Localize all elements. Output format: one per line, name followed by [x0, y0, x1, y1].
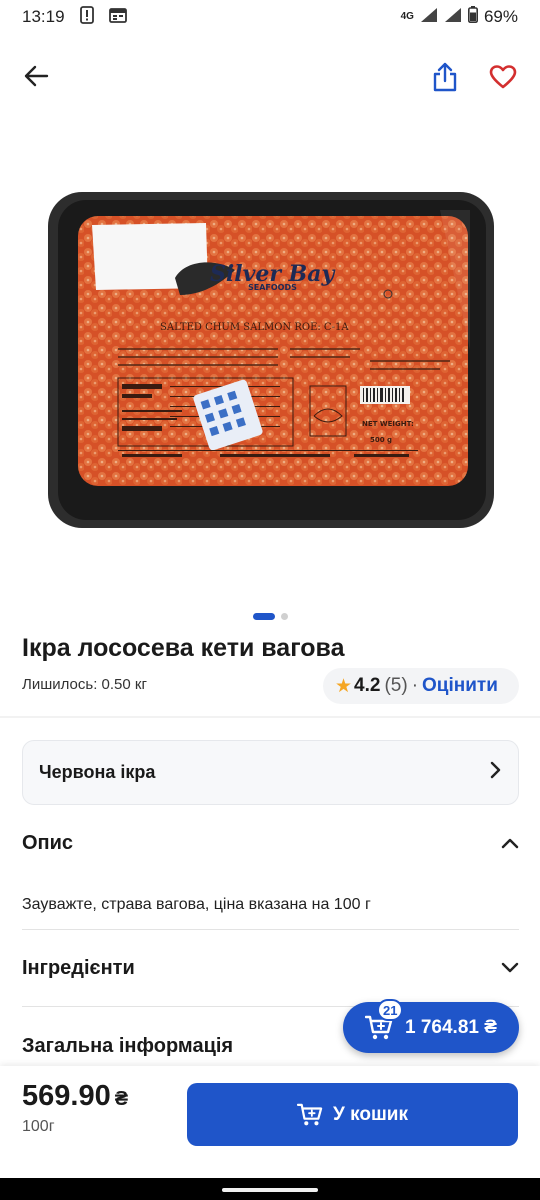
description-title: Опис — [22, 832, 74, 854]
share-button[interactable] — [426, 58, 464, 96]
chevron-down-icon — [501, 957, 519, 980]
heart-icon — [489, 65, 517, 89]
signal-icon — [420, 7, 438, 28]
cart-button[interactable]: 21 1 764.81 ₴ — [343, 999, 519, 1053]
category-label: Червона ікра — [39, 762, 156, 782]
add-to-cart-button[interactable]: У кошик — [187, 1083, 518, 1146]
product-title: Ікра лососева кети вагова — [22, 634, 345, 662]
rate-button[interactable]: Оцінити — [422, 675, 498, 697]
pager-dot[interactable] — [280, 613, 288, 620]
signal-2-icon — [444, 7, 462, 28]
status-time: 13:19 — [22, 7, 65, 26]
caviar-tray-image: Silver Bay SEAFOODS SALTED CHUM SALMON R… — [48, 192, 494, 528]
image-pager-dots — [0, 613, 540, 620]
price: 569.90 ₴ — [22, 1080, 128, 1113]
rating-separator: · — [411, 675, 419, 696]
star-icon: ★ — [335, 675, 353, 697]
back-arrow-icon — [24, 65, 49, 87]
purchase-bar: 569.90 ₴ 100г У кошик — [0, 1066, 540, 1178]
general-info-title: Загальна інформація — [22, 1035, 234, 1057]
chevron-up-icon — [501, 832, 519, 855]
calendar-notification-icon — [108, 7, 127, 28]
ingredients-title: Інгредієнти — [22, 957, 135, 979]
package-brand-sub: SEAFOODS — [248, 283, 297, 292]
status-bar: 13:19 4G 69% — [0, 0, 540, 34]
description-accordion-header[interactable]: Опис — [22, 832, 519, 855]
description-text: Зауважте, страва вагова, ціна вказана на… — [22, 896, 371, 913]
battery-icon — [467, 6, 478, 28]
category-link[interactable]: Червона ікра — [22, 740, 519, 805]
section-divider — [0, 716, 540, 718]
stock-remaining: Лишилось: 0.50 кг — [22, 676, 147, 693]
cart-total: 1 764.81 ₴ — [405, 1016, 497, 1038]
package-net-weight: 500 g — [370, 436, 392, 444]
cart-count-badge: 21 — [377, 999, 404, 1021]
ingredients-accordion-header[interactable]: Інгредієнти — [22, 957, 519, 980]
chevron-right-icon — [488, 761, 502, 784]
price-value: 569.90 — [22, 1080, 111, 1112]
network-type: 4G — [400, 11, 414, 22]
rating-pill[interactable]: ★ 4.2 (5) · Оцінити — [323, 668, 519, 704]
share-icon — [433, 62, 457, 92]
package-net-weight-label: NET WEIGHT: — [362, 420, 414, 428]
back-button[interactable] — [18, 58, 54, 94]
cart-plus-icon — [297, 1103, 323, 1125]
favorite-button[interactable] — [484, 58, 522, 96]
system-nav-bar — [0, 1178, 540, 1200]
price-unit: 100г — [22, 1118, 55, 1135]
rating-count: (5) — [384, 675, 408, 696]
pager-dot-active[interactable] — [252, 613, 275, 620]
package-product-line: SALTED CHUM SALMON ROE: C-1A — [160, 322, 349, 333]
divider — [22, 929, 519, 930]
add-to-cart-label: У кошик — [333, 1103, 408, 1125]
home-gesture-pill[interactable] — [222, 1188, 318, 1192]
alert-notification-icon — [79, 5, 95, 29]
rating-score: 4.2 — [354, 675, 381, 696]
price-currency: ₴ — [114, 1088, 129, 1110]
top-app-bar — [0, 50, 540, 102]
battery-level: 69% — [483, 7, 518, 26]
product-image[interactable]: Silver Bay SEAFOODS SALTED CHUM SALMON R… — [0, 150, 540, 590]
